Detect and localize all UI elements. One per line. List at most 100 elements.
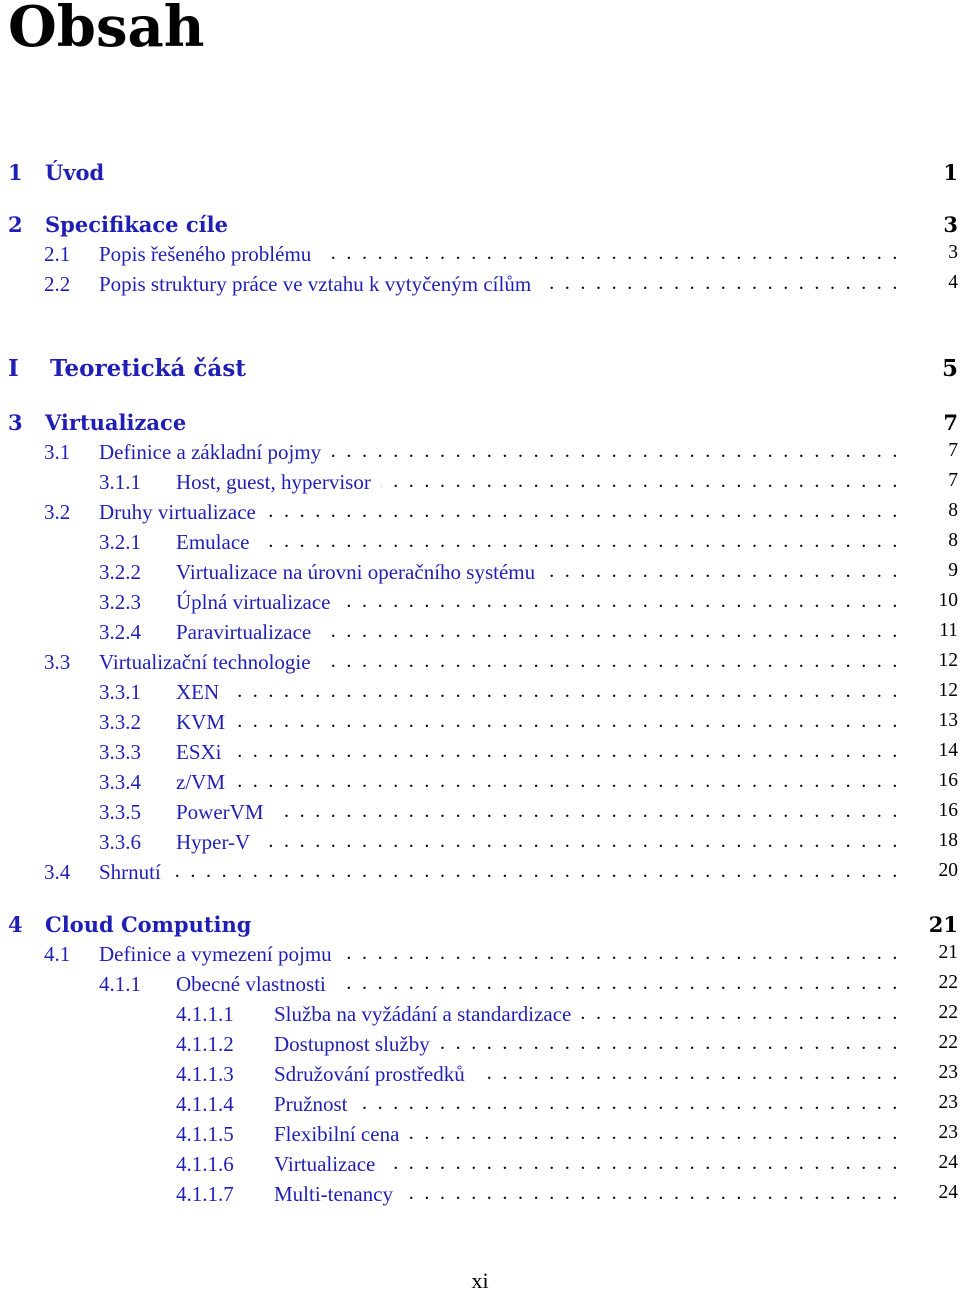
- toc-entry-number[interactable]: 3.2.2: [99, 560, 141, 585]
- toc-entry-title[interactable]: Dostupnost služby: [274, 1032, 430, 1057]
- toc-entry-subsubsection[interactable]: 4.1.1.5 Flexibilní cena..................…: [0, 1122, 960, 1152]
- toc-entry-subsubsection[interactable]: 4.1.1.3 Sdružování prostředků............…: [0, 1062, 960, 1092]
- toc-entry-subsection[interactable]: 3.3.3 ESXi...............................…: [0, 740, 960, 770]
- toc-entry-title[interactable]: ESXi: [176, 740, 222, 765]
- toc-entry-number[interactable]: 4: [8, 912, 23, 937]
- toc-entry-number[interactable]: I: [8, 355, 19, 382]
- toc-entry-chapter[interactable]: 2 Specifikace cíle 3: [0, 212, 960, 242]
- toc-entry-chapter[interactable]: 1 Úvod 1: [0, 160, 960, 190]
- toc-entry-subsection[interactable]: 3.2.1 Emulace............................…: [0, 530, 960, 560]
- toc-entry-subsection[interactable]: 3.1.1 Host, guest, hypervisor............…: [0, 470, 960, 500]
- toc-entry-number[interactable]: 3.2.1: [99, 530, 141, 555]
- toc-entry-title[interactable]: XEN: [176, 680, 219, 705]
- toc-entry-subsection[interactable]: 3.3.2 KVM................................…: [0, 710, 960, 740]
- page-title: Obsah: [8, 0, 205, 60]
- toc-entry-subsection[interactable]: 3.2.4 Paravirtualizace...................…: [0, 620, 960, 650]
- toc-entry-title[interactable]: KVM: [176, 710, 225, 735]
- toc-entry-number[interactable]: 2: [8, 212, 23, 237]
- toc-entry-subsection[interactable]: 3.2.2 Virtualizace na úrovni operačního s…: [0, 560, 960, 590]
- toc-entry-number[interactable]: 4.1: [44, 942, 70, 967]
- toc-entry-number[interactable]: 4.1.1.5: [176, 1122, 234, 1147]
- toc-entry-number[interactable]: 3.4: [44, 860, 70, 885]
- toc-entry-number[interactable]: 3.3.3: [99, 740, 141, 765]
- toc-entry-number[interactable]: 4.1.1.7: [176, 1182, 234, 1207]
- toc-entry-title[interactable]: Emulace: [176, 530, 249, 555]
- toc-entry-number[interactable]: 3.3.5: [99, 800, 141, 825]
- toc-entry-section[interactable]: 3.4 Shrnutí..............................…: [0, 860, 960, 890]
- toc-entry-number[interactable]: 4.1.1.2: [176, 1032, 234, 1057]
- toc-entry-title[interactable]: Definice a vymezení pojmu: [99, 942, 332, 967]
- toc-entry-subsubsection[interactable]: 4.1.1.1 Služba na vyžádání a standardizac…: [0, 1002, 960, 1032]
- toc-entry-number[interactable]: 3.3.2: [99, 710, 141, 735]
- toc-entry-chapter[interactable]: 4 Cloud Computing 21: [0, 912, 960, 942]
- toc-entry-title[interactable]: Hyper-V: [176, 830, 250, 855]
- toc-entry-number[interactable]: 3: [8, 410, 23, 435]
- toc-entry-subsubsection[interactable]: 4.1.1.6 Virtualizace.....................…: [0, 1152, 960, 1182]
- toc-entry-title[interactable]: Popis struktury práce ve vztahu k vytyče…: [99, 272, 531, 297]
- toc-entry-title[interactable]: Host, guest, hypervisor: [176, 470, 371, 495]
- toc-entry-number[interactable]: 1: [8, 160, 23, 185]
- toc-entry-subsubsection[interactable]: 4.1.1.2 Dostupnost služby................…: [0, 1032, 960, 1062]
- toc-entry-subsection[interactable]: 3.3.5 PowerVM............................…: [0, 800, 960, 830]
- toc-entry-title[interactable]: Druhy virtualizace: [99, 500, 256, 525]
- toc-entry-number[interactable]: 4.1.1.4: [176, 1092, 234, 1117]
- toc-entry-number[interactable]: 3.3.1: [99, 680, 141, 705]
- toc-entry-title[interactable]: z/VM: [176, 770, 225, 795]
- toc-entry-title[interactable]: Popis řešeného problému: [99, 242, 311, 267]
- toc-entry-number[interactable]: 2.2: [44, 272, 70, 297]
- toc-entry-number[interactable]: 3.3.4: [99, 770, 141, 795]
- toc-entry-subsection[interactable]: 3.3.6 Hyper-V............................…: [0, 830, 960, 860]
- toc-entry-page: 22: [938, 972, 959, 993]
- toc-entry-number[interactable]: 3.1: [44, 440, 70, 465]
- toc-entry-chapter[interactable]: 3 Virtualizace 7: [0, 410, 960, 440]
- toc-entry-section[interactable]: 2.2 Popis struktury práce ve vztahu k vyt…: [0, 272, 960, 302]
- toc-entry-title[interactable]: Cloud Computing: [45, 912, 251, 937]
- toc-entry-subsection[interactable]: 3.2.3 Úplná virtualizace.................…: [0, 590, 960, 620]
- toc-entry-subsection[interactable]: 3.3.4 z/VM...............................…: [0, 770, 960, 800]
- toc-entry-number[interactable]: 3.2.4: [99, 620, 141, 645]
- toc-entry-title[interactable]: Úplná virtualizace: [176, 590, 331, 615]
- toc-entry-number[interactable]: 4.1.1.6: [176, 1152, 234, 1177]
- toc-entry-page: 24: [938, 1152, 959, 1173]
- dot-leader: ........................................…: [235, 710, 908, 732]
- dot-leader: ........................................…: [581, 1002, 908, 1024]
- toc-entry-number[interactable]: 4.1.1.3: [176, 1062, 234, 1087]
- toc-entry-title[interactable]: Úvod: [45, 160, 104, 185]
- dot-leader: ........................................…: [274, 800, 908, 822]
- toc-entry-page: 9: [948, 560, 958, 581]
- toc-entry-number[interactable]: 4.1.1.1: [176, 1002, 234, 1027]
- toc-entry-title[interactable]: Paravirtualizace: [176, 620, 311, 645]
- toc-entry-section[interactable]: 2.1 Popis řešeného problému..............…: [0, 242, 960, 272]
- toc-entry-subsection[interactable]: 4.1.1 Obecné vlastnosti..................…: [0, 972, 960, 1002]
- toc-entry-section[interactable]: 3.2 Druhy virtualizace...................…: [0, 500, 960, 530]
- toc-entry-title[interactable]: Virtualizace na úrovni operačního systém…: [176, 560, 535, 585]
- toc-entry-title[interactable]: PowerVM: [176, 800, 264, 825]
- toc-entry-title[interactable]: Virtualizační technologie: [99, 650, 311, 675]
- toc-entry-title[interactable]: Pružnost: [274, 1092, 348, 1117]
- toc-entry-number[interactable]: 3.3: [44, 650, 70, 675]
- toc-entry-number[interactable]: 3.2: [44, 500, 70, 525]
- toc-entry-title[interactable]: Sdružování prostředků: [274, 1062, 465, 1087]
- toc-entry-title[interactable]: Specifikace cíle: [45, 212, 228, 237]
- toc-entry-title[interactable]: Definice a základní pojmy: [99, 440, 321, 465]
- toc-entry-section[interactable]: 3.3 Virtualizační technologie............…: [0, 650, 960, 680]
- toc-entry-title[interactable]: Teoretická část: [50, 355, 246, 382]
- toc-entry-title[interactable]: Virtualizace: [45, 410, 186, 435]
- toc-entry-title[interactable]: Virtualizace: [274, 1152, 375, 1177]
- toc-entry-number[interactable]: 4.1.1: [99, 972, 141, 997]
- toc-entry-number[interactable]: 3.3.6: [99, 830, 141, 855]
- toc-entry-title[interactable]: Shrnutí: [99, 860, 161, 885]
- toc-entry-part[interactable]: I Teoretická část 5: [0, 355, 960, 385]
- toc-entry-number[interactable]: 2.1: [44, 242, 70, 267]
- toc-entry-title[interactable]: Multi-tenancy: [274, 1182, 393, 1207]
- toc-entry-title[interactable]: Služba na vyžádání a standardizace: [274, 1002, 571, 1027]
- toc-entry-title[interactable]: Obecné vlastnosti: [176, 972, 326, 997]
- toc-entry-title[interactable]: Flexibilní cena: [274, 1122, 399, 1147]
- toc-entry-subsubsection[interactable]: 4.1.1.7 Multi-tenancy....................…: [0, 1182, 960, 1212]
- toc-entry-number[interactable]: 3.2.3: [99, 590, 141, 615]
- toc-entry-section[interactable]: 4.1 Definice a vymezení pojmu............…: [0, 942, 960, 972]
- toc-entry-section[interactable]: 3.1 Definice a základní pojmy............…: [0, 440, 960, 470]
- toc-entry-number[interactable]: 3.1.1: [99, 470, 141, 495]
- toc-entry-subsection[interactable]: 3.3.1 XEN................................…: [0, 680, 960, 710]
- toc-entry-subsubsection[interactable]: 4.1.1.4 Pružnost.........................…: [0, 1092, 960, 1122]
